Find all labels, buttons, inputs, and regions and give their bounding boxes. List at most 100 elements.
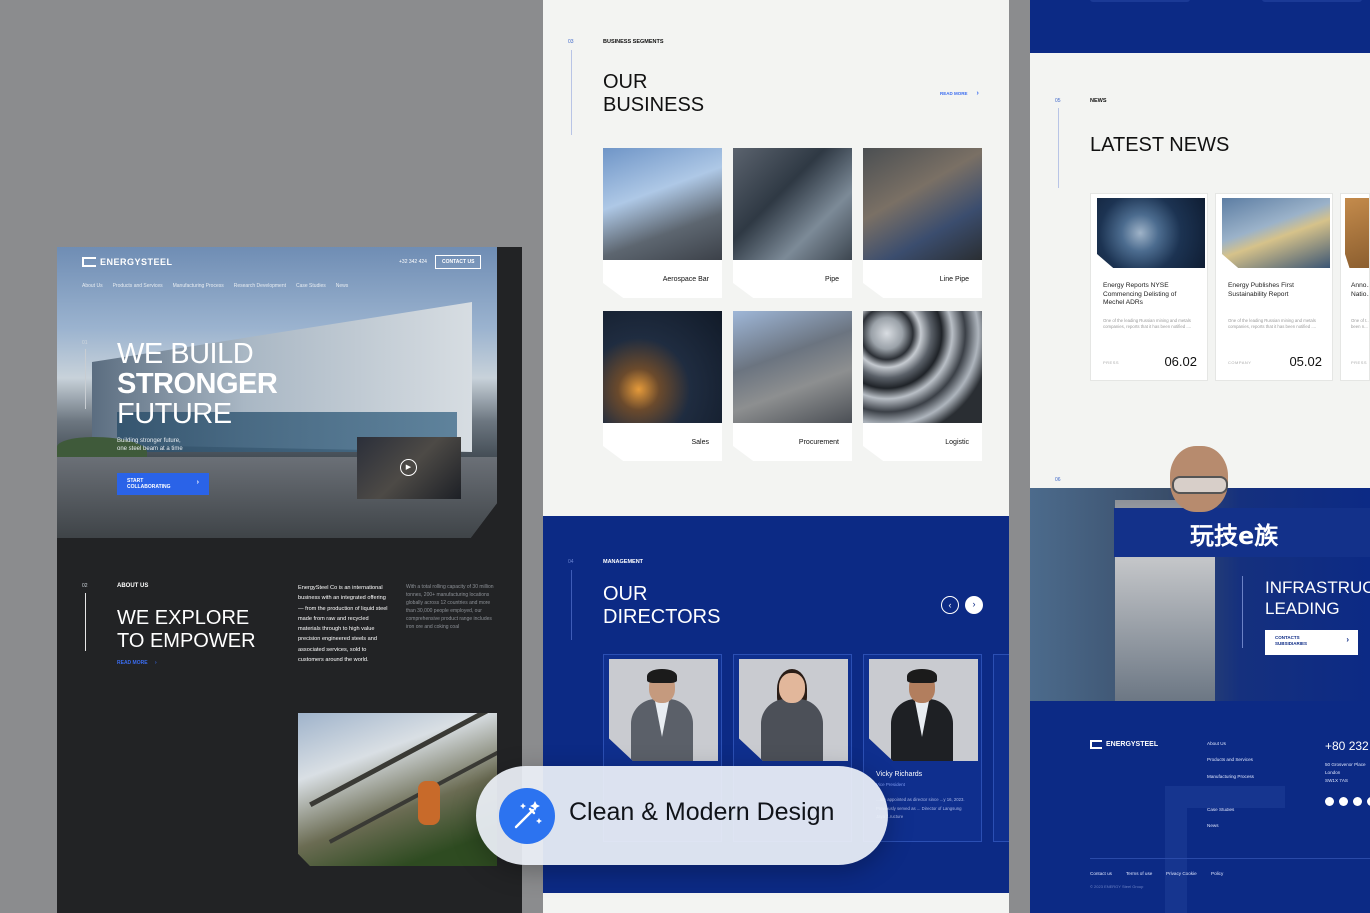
news-image bbox=[1345, 198, 1369, 268]
nav-case-studies[interactable]: Case Studies bbox=[296, 283, 326, 289]
management-label: MANAGEMENT bbox=[603, 559, 644, 565]
director-photo bbox=[609, 659, 718, 761]
play-icon[interactable]: ▶ bbox=[400, 459, 417, 476]
footer-link[interactable]: Manufacturing Process bbox=[1207, 774, 1254, 779]
about-title: WE EXPLORE TO EMPOWER bbox=[117, 607, 256, 653]
footer-brand: ENERGYSTEEL bbox=[1106, 741, 1159, 748]
headline-line-2: STRONGER bbox=[117, 368, 278, 400]
footer-address: London bbox=[1325, 770, 1341, 775]
news-excerpt: One of the leading Russian mining and me… bbox=[1228, 318, 1317, 329]
footer-link[interactable]: Products and Services bbox=[1207, 757, 1253, 762]
sales-image bbox=[603, 311, 722, 423]
news-section-line bbox=[1058, 108, 1059, 188]
section-line bbox=[85, 349, 86, 409]
news-excerpt: One of the leading Russian mining and me… bbox=[1103, 318, 1192, 329]
business-read-more-link[interactable]: READ MORE › bbox=[940, 90, 979, 97]
main-nav: About Us Products and Services Manufactu… bbox=[82, 283, 348, 289]
footer-copyright: © 2023 ENERGY Steel Group bbox=[1090, 884, 1144, 889]
news-page-preview: 05 NEWS LATEST NEWS Energy Reports NYSE … bbox=[1030, 0, 1370, 913]
next-arrow-icon[interactable]: › bbox=[965, 596, 983, 614]
business-section-number: 03 bbox=[568, 39, 574, 45]
about-title-line-2: TO EMPOWER bbox=[117, 630, 256, 652]
nav-products[interactable]: Products and Services bbox=[113, 283, 163, 289]
about-section-line bbox=[85, 593, 86, 651]
card-caption: Sales bbox=[691, 439, 709, 446]
face-shape bbox=[779, 673, 805, 703]
footer-phone[interactable]: +80 232 bbox=[1325, 739, 1369, 753]
nav-phone[interactable]: +32 342 424 bbox=[399, 259, 427, 265]
chevron-right-icon: › bbox=[976, 90, 979, 97]
footer-bottom-link[interactable]: Policy bbox=[1211, 871, 1223, 876]
footer-bottom-link[interactable]: Terms of use bbox=[1126, 871, 1152, 876]
news-title: Energy Reports NYSE Commencing Delisting… bbox=[1103, 282, 1177, 306]
footer-link[interactable]: About Us bbox=[1207, 741, 1226, 746]
card-caption: Aerospace Bar bbox=[662, 276, 709, 283]
headline-line-1: WE BUILD bbox=[117, 338, 254, 370]
linkedin-icon[interactable] bbox=[1325, 797, 1334, 806]
nav-manufacturing[interactable]: Manufacturing Process bbox=[173, 283, 224, 289]
director-bio: ...ally appointed as director since ...y… bbox=[876, 797, 965, 819]
hero-subtitle: Building stronger future, one steel beam… bbox=[117, 437, 207, 453]
twitter-icon[interactable] bbox=[1339, 797, 1348, 806]
logo-mark-icon bbox=[82, 257, 96, 267]
business-card-procurement[interactable]: Procurement bbox=[733, 311, 852, 461]
footer-logo[interactable]: ENERGYSTEEL bbox=[1090, 740, 1158, 749]
workers-image bbox=[1222, 198, 1330, 268]
business-card-line-pipe[interactable]: Line Pipe bbox=[863, 148, 982, 298]
business-card-aerospace[interactable]: Aerospace Bar bbox=[603, 148, 722, 298]
directors-title-line-2: DIRECTORS bbox=[603, 606, 721, 628]
news-card[interactable]: Energy Publishes First Sustainability Re… bbox=[1215, 193, 1333, 381]
business-section-line bbox=[571, 50, 572, 135]
contact-us-button[interactable]: CONTACT US bbox=[435, 255, 482, 269]
card-caption: Line Pipe bbox=[939, 276, 969, 283]
brand-logo[interactable]: ENERGYSTEEL bbox=[82, 257, 173, 267]
hair-shape bbox=[647, 669, 677, 683]
business-card-pipe[interactable]: Pipe bbox=[733, 148, 852, 298]
business-card-sales[interactable]: Sales bbox=[603, 311, 722, 461]
hair-shape bbox=[907, 669, 937, 683]
facebook-icon[interactable] bbox=[1353, 797, 1362, 806]
nav-news[interactable]: News bbox=[336, 283, 349, 289]
hero-page-preview: ENERGYSTEEL +32 342 424 CONTACT US About… bbox=[57, 247, 522, 913]
pipe-image bbox=[733, 148, 852, 260]
line-pipe-image bbox=[863, 148, 982, 260]
safety-glasses-shape bbox=[1172, 476, 1228, 494]
directors-title-line-1: OUR bbox=[603, 583, 648, 605]
news-date: 05.02 bbox=[1289, 354, 1322, 369]
contacts-subsidiaries-button[interactable]: CONTACTS SUBSIDIARIES › bbox=[1265, 630, 1358, 655]
read-more-label: READ MORE bbox=[117, 660, 148, 666]
news-card-partial[interactable]: Anno... Natio... One of t... metals c...… bbox=[1340, 193, 1370, 381]
directors-section-line bbox=[571, 570, 572, 640]
prev-arrow-icon[interactable]: ‹ bbox=[941, 596, 959, 614]
footer: ENERGYSTEEL About Us Products and Servic… bbox=[1030, 701, 1370, 913]
start-collaborating-button[interactable]: START COLLABORATING › bbox=[117, 473, 209, 495]
subtitle-line-1: Building stronger future, bbox=[117, 438, 181, 444]
news-card[interactable]: Energy Reports NYSE Commencing Delisting… bbox=[1090, 193, 1208, 381]
nav-research[interactable]: Research Development bbox=[234, 283, 286, 289]
top-band-element bbox=[1090, 0, 1190, 2]
headline-line-3: FUTURE bbox=[117, 398, 232, 430]
footer-divider bbox=[1090, 858, 1370, 859]
card-caption: Pipe bbox=[824, 276, 839, 283]
top-band-element bbox=[1262, 0, 1362, 2]
infra-section-number: 06 bbox=[1055, 477, 1061, 483]
business-title-line-1: OUR bbox=[603, 71, 648, 93]
news-title: Energy Publishes First Sustainability Re… bbox=[1228, 282, 1294, 298]
about-label: ABOUT US bbox=[117, 583, 149, 589]
directors-section-number: 04 bbox=[568, 559, 574, 565]
footer-bottom-link[interactable]: Contact us bbox=[1090, 871, 1112, 876]
social-icons bbox=[1325, 797, 1370, 806]
video-thumbnail[interactable]: ▶ bbox=[357, 437, 461, 499]
about-read-more-link[interactable]: READ MORE › bbox=[117, 660, 157, 666]
directors-title: OUR DIRECTORS bbox=[603, 583, 720, 629]
infra-title-line-2: LEADING bbox=[1265, 599, 1340, 618]
footer-bottom-link[interactable]: Privacy Cookie bbox=[1166, 871, 1197, 876]
chevron-right-icon: › bbox=[1346, 635, 1349, 644]
infra-title-line-1: INFRASTRUCT bbox=[1265, 578, 1370, 597]
business-card-logistic[interactable]: Logistic bbox=[863, 311, 982, 461]
brand-name: ENERGYSTEEL bbox=[100, 257, 173, 267]
director-card-partial[interactable] bbox=[993, 654, 1009, 842]
business-title: OUR BUSINESS bbox=[603, 71, 704, 117]
nav-about[interactable]: About Us bbox=[82, 283, 103, 289]
news-label: NEWS bbox=[1090, 98, 1107, 104]
